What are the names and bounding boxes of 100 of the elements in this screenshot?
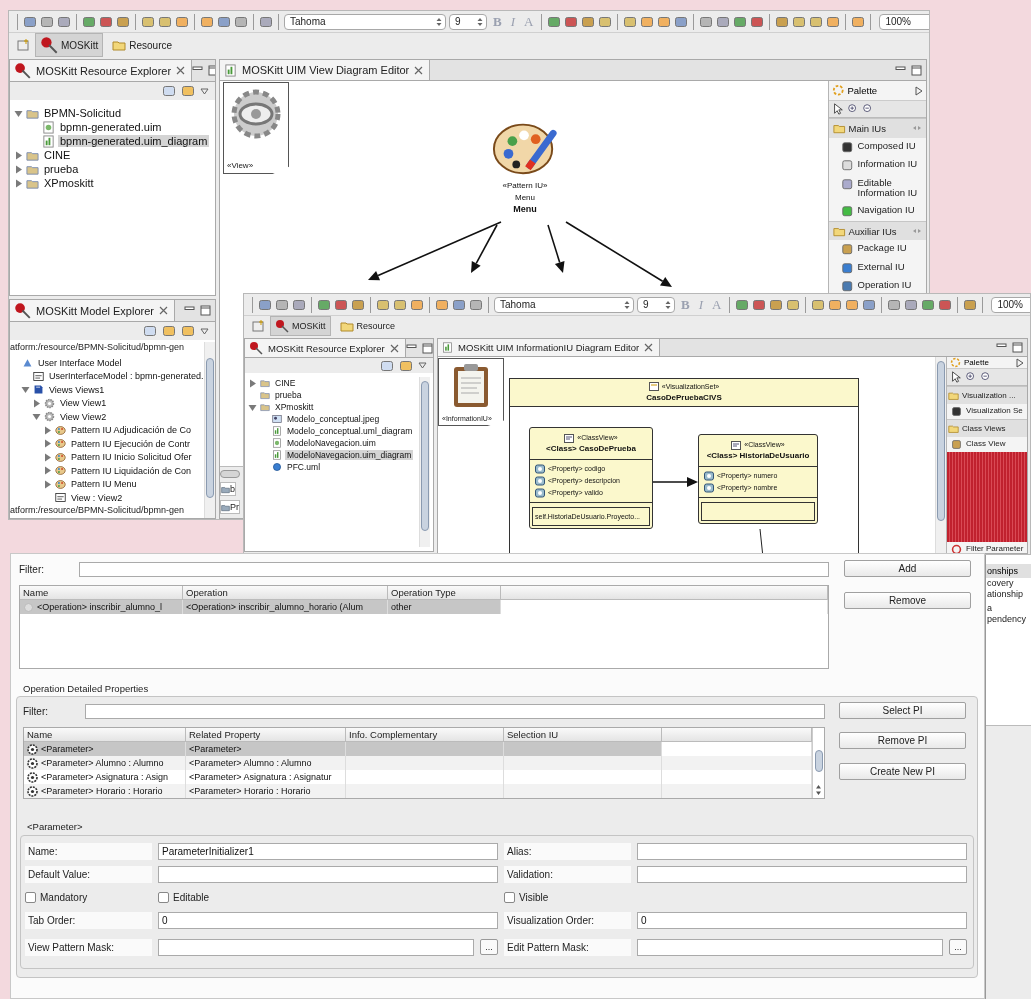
- toolbar-icon[interactable]: [750, 14, 765, 29]
- filter-field[interactable]: [79, 562, 829, 577]
- toolbar-icon[interactable]: [826, 14, 841, 29]
- toolbar-icon[interactable]: [811, 297, 826, 312]
- scrollbar-thumb[interactable]: [937, 361, 945, 521]
- maximize-icon[interactable]: [1012, 342, 1023, 353]
- toolbar-icon[interactable]: [862, 297, 877, 312]
- checkbox[interactable]: Mandatory: [25, 892, 152, 903]
- toolbar-icon[interactable]: [40, 14, 54, 29]
- perspective-tab[interactable]: MOSKitt: [270, 316, 331, 336]
- column-header[interactable]: Selection IU: [504, 728, 662, 742]
- collapse-arrow-icon[interactable]: [21, 385, 30, 395]
- toolbar-icon[interactable]: [143, 324, 157, 338]
- open-perspective-icon[interactable]: [17, 38, 31, 52]
- pointer-icon[interactable]: [832, 103, 844, 115]
- view-tab[interactable]: MOSKitt Model Explorer: [10, 300, 175, 321]
- tree-item[interactable]: Pattern IU Liquidación de Con: [69, 465, 194, 476]
- create-button[interactable]: Create New PI: [839, 763, 966, 780]
- palette-item[interactable]: Class View: [947, 437, 1027, 452]
- checkbox[interactable]: Visible: [504, 892, 631, 903]
- toolbar-icon[interactable]: [234, 14, 248, 29]
- toolbar-icon[interactable]: [380, 358, 394, 373]
- toolbar-icon[interactable]: [735, 297, 750, 312]
- toolbar-icon[interactable]: [181, 324, 195, 338]
- toolbar-icon[interactable]: [963, 297, 978, 312]
- scrollbar-thumb[interactable]: [206, 358, 214, 498]
- tree-item[interactable]: prueba: [273, 390, 304, 400]
- toolbar-icon[interactable]: [809, 14, 824, 29]
- tree-item[interactable]: Modelo_conceptual.uml_diagram: [285, 426, 415, 436]
- toolbar-icon[interactable]: [99, 14, 113, 29]
- tree-item[interactable]: Pattern IU Ejecución de Contr: [69, 438, 193, 449]
- toolbar-icon[interactable]: [275, 297, 289, 312]
- pointer-icon[interactable]: [950, 371, 962, 383]
- column-header[interactable]: Name: [24, 728, 186, 742]
- toolbar-icon[interactable]: [699, 14, 714, 29]
- tree-item[interactable]: XPmoskitt: [273, 402, 316, 412]
- toolbar-icon[interactable]: [57, 14, 71, 29]
- perspective-tab[interactable]: Resource: [334, 316, 401, 336]
- expand-arrow-icon[interactable]: [32, 398, 41, 408]
- toolbar-icon[interactable]: [904, 297, 919, 312]
- checkbox[interactable]: Editable: [158, 892, 498, 903]
- palette-group[interactable]: Main IUs: [829, 118, 926, 138]
- palette-item[interactable]: Filter Parameter: [947, 542, 1027, 553]
- font-combo[interactable]: Tahoma: [284, 13, 446, 30]
- remove-button[interactable]: Remove: [844, 592, 971, 609]
- palette-item[interactable]: Composed IU: [829, 137, 926, 156]
- browse-button[interactable]: ...: [480, 939, 498, 955]
- collapse-arrow-icon[interactable]: [32, 412, 41, 422]
- palette-item[interactable]: Navigation IU: [829, 202, 926, 221]
- collapse-arrow-icon[interactable]: [248, 402, 257, 412]
- text-field[interactable]: 0: [637, 912, 967, 929]
- zoom-combo[interactable]: 100%: [879, 13, 929, 30]
- tree-item[interactable]: PFC.uml: [285, 462, 323, 472]
- toolbar-icon[interactable]: [547, 14, 562, 29]
- toolbar-icon[interactable]: [674, 14, 689, 29]
- toolbar-icon[interactable]: [752, 297, 767, 312]
- tree-item[interactable]: ModeloNavegacion.uim: [285, 438, 378, 448]
- column-header[interactable]: Name: [20, 586, 183, 600]
- scrollbar[interactable]: [812, 728, 824, 798]
- browse-button[interactable]: ...: [949, 939, 967, 955]
- toolbar-icon[interactable]: [792, 14, 807, 29]
- scrollbar-thumb[interactable]: [814, 750, 823, 772]
- scrollbar-thumb[interactable]: [421, 381, 429, 531]
- palette-item[interactable]: Operation IU: [829, 277, 926, 296]
- toolbar-icon[interactable]: [158, 14, 172, 29]
- toolbar-icon[interactable]: [598, 14, 613, 29]
- toolbar-icon[interactable]: [452, 297, 466, 312]
- tree-item[interactable]: View View1: [58, 398, 109, 409]
- collapse-arrow-icon[interactable]: [14, 108, 23, 118]
- tree-item[interactable]: Pattern IU Adjudicación de Co: [69, 425, 194, 436]
- tree-item[interactable]: XPmoskitt: [42, 177, 96, 189]
- expand-arrow-icon[interactable]: [248, 378, 257, 388]
- palette-item[interactable]: Information IU: [829, 156, 926, 175]
- toolbar-icon[interactable]: [435, 297, 449, 312]
- toolbar-icon[interactable]: [564, 14, 579, 29]
- toolbar-icon[interactable]: [581, 14, 596, 29]
- toolbar-icon[interactable]: [851, 14, 866, 29]
- zoom-in-icon[interactable]: [965, 371, 977, 383]
- toolbar-icon[interactable]: [82, 14, 96, 29]
- toolbar-icon[interactable]: [786, 297, 801, 312]
- toolbar-icon[interactable]: [181, 84, 195, 98]
- remove-button[interactable]: Remove PI: [839, 732, 966, 749]
- toolbar-icon[interactable]: [23, 14, 37, 29]
- close-icon[interactable]: [389, 343, 399, 353]
- palette-item[interactable]: Editable Information IU: [829, 174, 926, 203]
- tree-item[interactable]: Modelo_conceptual.jpeg: [285, 414, 382, 424]
- toolbar-icon[interactable]: [845, 297, 860, 312]
- zoom-in-icon[interactable]: [847, 103, 859, 115]
- toolbar-icon[interactable]: [162, 324, 176, 338]
- open-perspective-icon[interactable]: [252, 319, 266, 333]
- close-icon[interactable]: [176, 66, 186, 75]
- maximize-icon[interactable]: [200, 305, 211, 316]
- select-button[interactable]: Select PI: [839, 702, 966, 719]
- toolbar-icon[interactable]: [351, 297, 365, 312]
- text-field[interactable]: [158, 938, 474, 956]
- zoom-combo[interactable]: 100%: [991, 296, 1030, 313]
- tree-item[interactable]: Views Views1: [47, 384, 107, 395]
- tree-item[interactable]: User Interface Model: [36, 357, 124, 368]
- font-size-combo[interactable]: 9: [449, 13, 487, 30]
- column-header[interactable]: Info. Complementary: [346, 728, 504, 742]
